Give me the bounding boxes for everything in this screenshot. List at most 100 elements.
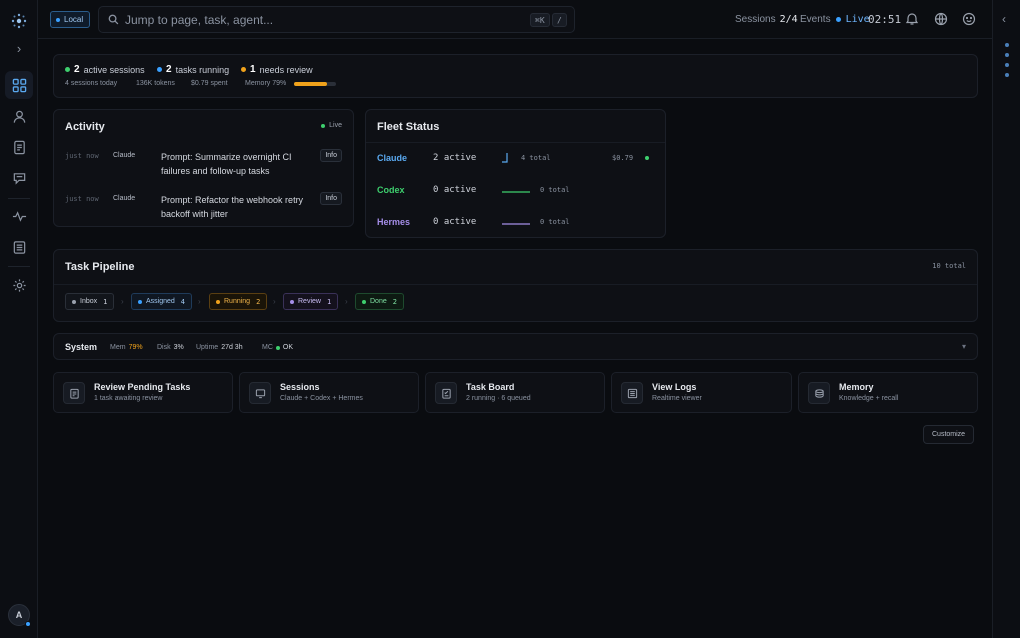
smiley-icon[interactable] — [962, 12, 976, 26]
mc-value: OK — [282, 344, 294, 351]
database-icon — [808, 382, 830, 404]
live-dot — [321, 123, 326, 128]
nav-activity[interactable] — [5, 202, 33, 230]
memory-bar — [294, 82, 336, 86]
customize-button[interactable]: Customize — [923, 425, 975, 444]
app-logo-icon[interactable] — [10, 12, 28, 30]
nav-tasks[interactable] — [5, 133, 33, 161]
cost-spent: $0.79 spent — [191, 80, 228, 87]
stage-count: 2 — [392, 297, 397, 306]
summary-panel: 2 active sessions 2 tasks running 1 need… — [53, 54, 978, 98]
agent-sparkline — [502, 223, 530, 225]
quick-card-subtitle: Knowledge + recall — [839, 395, 899, 402]
shortcut-cmd-k: ⌘K — [530, 13, 550, 27]
sessions-counter[interactable]: Sessions 2/4 — [735, 14, 798, 25]
memory-bar-fill — [294, 82, 328, 86]
chevron-down-icon[interactable]: ▾ — [962, 342, 966, 351]
search-bar[interactable]: ⌘K / — [98, 6, 575, 33]
right-rail: ‹ — [992, 0, 1020, 638]
active-dot — [65, 67, 70, 72]
stage-count: 2 — [256, 297, 261, 306]
fleet-row-hermes[interactable]: Hermes 0 active 0 total — [366, 217, 665, 237]
active-sessions-stat[interactable]: 2 active sessions — [65, 64, 145, 75]
left-rail: › A — [0, 0, 38, 638]
activity-time: just now — [65, 195, 99, 203]
nav-agents[interactable] — [5, 102, 33, 130]
needs-review-label: needs review — [259, 64, 313, 75]
task-pipeline-panel: Task Pipeline 10 total Inbox 1 › Assigned 4 ›… — [53, 249, 978, 322]
quick-card-memory[interactable]: Memory Knowledge + recall — [798, 372, 978, 413]
pipeline-stage-running[interactable]: Running 2 — [209, 293, 268, 310]
quick-card-task-board[interactable]: Task Board 2 running · 6 queued — [425, 372, 605, 413]
running-dot — [157, 67, 162, 72]
chevron-right-icon: › — [273, 297, 276, 306]
disk-label: Disk — [157, 344, 171, 351]
nav-overview[interactable] — [5, 71, 33, 99]
search-input[interactable] — [125, 12, 515, 27]
stage-label: Running — [224, 298, 251, 305]
system-mem: Mem 79% — [110, 344, 143, 351]
stage-count: 1 — [103, 297, 108, 306]
activity-level-badge: Info — [320, 149, 342, 162]
clock: 02:51 — [868, 13, 902, 26]
needs-review-stat[interactable]: 1 needs review — [241, 64, 313, 75]
quick-card-review[interactable]: Review Pending Tasks 1 task awaiting rev… — [53, 372, 233, 413]
stage-label: Inbox — [80, 298, 98, 305]
fleet-divider — [366, 142, 665, 143]
nav-logs[interactable] — [5, 233, 33, 261]
expand-sidebar-icon[interactable]: › — [12, 42, 26, 56]
agent-total: 0 total — [540, 218, 570, 226]
active-sessions-label: active sessions — [83, 64, 145, 75]
fleet-row-codex[interactable]: Codex 0 active 0 total — [366, 185, 665, 205]
notification-icon[interactable] — [905, 12, 919, 26]
grid-icon — [12, 78, 26, 92]
pipeline-stage-assigned[interactable]: Assigned 4 — [131, 293, 193, 310]
activity-live-label: Live — [329, 122, 342, 129]
nav-chat[interactable] — [5, 164, 33, 192]
environment-badge[interactable]: Local — [50, 11, 91, 28]
pipeline-stage-done[interactable]: Done 2 — [355, 293, 404, 310]
sessions-label: Sessions — [735, 14, 776, 25]
quick-card-title: Review Pending Tasks — [94, 382, 191, 392]
chevron-right-icon: › — [345, 297, 348, 306]
shortcut-slash: / — [552, 13, 567, 27]
tasks-running-count: 2 — [166, 64, 172, 75]
activity-panel: Activity Live just now Claude Prompt: Su… — [53, 109, 354, 227]
activity-row[interactable]: just now Claude Prompt: Summarize overni… — [54, 149, 353, 194]
quick-card-sessions[interactable]: Sessions Claude + Codex + Hermes — [239, 372, 419, 413]
pipeline-stage-inbox[interactable]: Inbox 1 — [65, 293, 115, 310]
quick-card-subtitle: Claude + Codex + Hermes — [280, 395, 363, 402]
tasks-running-label: tasks running — [175, 64, 230, 75]
activity-live-indicator: Live — [321, 122, 342, 129]
checklist-icon — [435, 382, 457, 404]
rail-indicator — [1005, 73, 1009, 77]
system-panel[interactable]: System Mem 79% Disk 3% Uptime 27d 3h MC … — [53, 333, 978, 360]
environment-dot — [56, 17, 60, 22]
activity-agent: Claude — [113, 152, 136, 159]
agent-name: Claude — [377, 153, 408, 163]
pipeline-stage-review[interactable]: Review 1 — [283, 293, 339, 310]
quick-card-subtitle: 1 task awaiting review — [94, 395, 163, 402]
quick-card-view-logs[interactable]: View Logs Realtime viewer — [611, 372, 792, 413]
clipboard-icon — [63, 382, 85, 404]
activity-time: just now — [65, 152, 99, 160]
quick-card-title: View Logs — [652, 382, 697, 392]
nav-settings[interactable] — [5, 271, 33, 299]
agent-sparkline — [502, 191, 530, 193]
fleet-status-panel: Fleet Status Claude 2 active 4 total $0.… — [365, 109, 666, 238]
events-label: Events — [800, 14, 831, 25]
activity-text: Prompt: Summarize overnight CI failures … — [161, 152, 292, 176]
mem-value: 79% — [128, 344, 143, 351]
collapse-panel-icon[interactable]: ‹ — [1002, 12, 1006, 26]
tasks-running-stat[interactable]: 2 tasks running — [157, 64, 229, 75]
monitor-icon — [249, 382, 271, 404]
fleet-row-claude[interactable]: Claude 2 active 4 total $0.79 — [366, 153, 665, 173]
activity-row[interactable]: just now Claude Prompt: Refactor the web… — [54, 192, 353, 237]
events-status[interactable]: Events Live — [800, 14, 870, 25]
quick-card-title: Memory — [839, 382, 874, 392]
stage-dot — [72, 299, 76, 304]
agent-name: Hermes — [377, 217, 411, 227]
quick-card-subtitle: 2 running · 6 queued — [466, 395, 531, 402]
globe-icon[interactable] — [934, 12, 948, 26]
pipeline-divider — [54, 284, 977, 285]
